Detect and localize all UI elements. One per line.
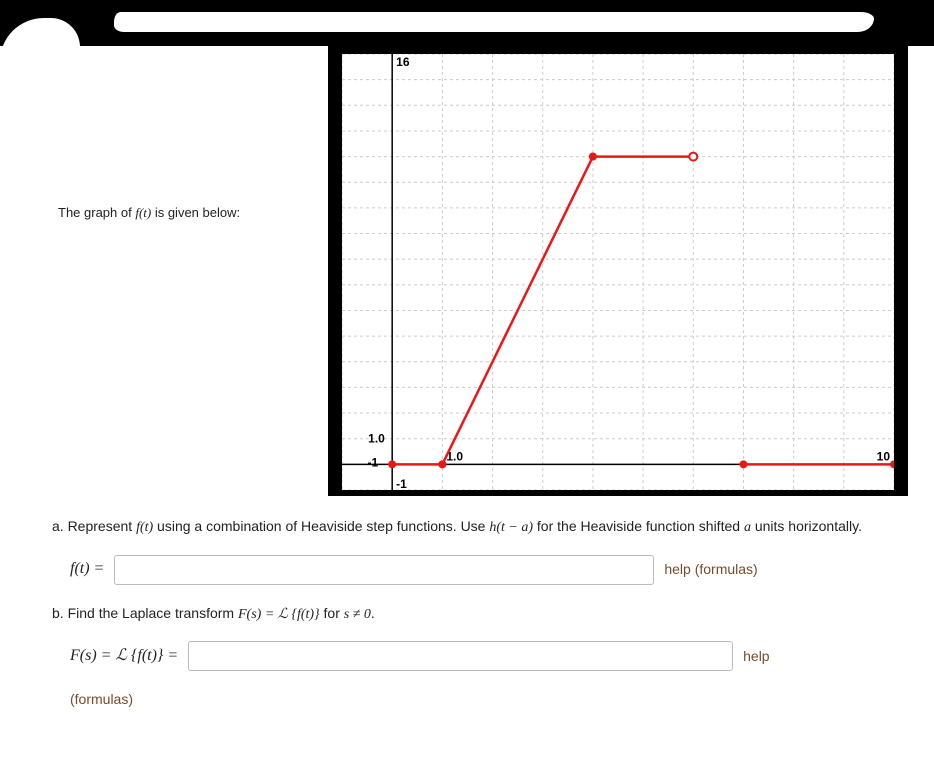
answer-input-a[interactable] <box>114 555 654 585</box>
header-bar <box>0 0 934 46</box>
qa-mid1: using a combination of Heaviside step fu… <box>153 518 489 534</box>
question-b: b. Find the Laplace transform F(s) = ℒ {… <box>52 603 882 626</box>
graph-canvas: 161.0-1-11.010 <box>342 54 894 490</box>
qa-fn1: f(t) <box>136 520 153 535</box>
qa-label: f(t) = <box>70 557 104 582</box>
question-a: a. Represent f(t) using a combination of… <box>52 516 882 539</box>
qa-post: units horizontally. <box>751 518 862 534</box>
qb-mid: for <box>320 605 344 621</box>
qa-pre: a. Represent <box>52 518 136 534</box>
svg-text:10: 10 <box>877 449 891 463</box>
help-link-b[interactable]: help <box>743 646 769 668</box>
svg-text:-1: -1 <box>396 477 407 490</box>
graph-container: 161.0-1-11.010 <box>328 46 908 496</box>
graph-svg: 161.0-1-11.010 <box>342 54 894 490</box>
qb-label: F(s) = ℒ {f(t)} = <box>70 644 178 669</box>
intro-pre: The graph of <box>58 205 135 220</box>
svg-text:16: 16 <box>396 55 410 69</box>
qa-fn2: h(t − a) <box>489 520 533 535</box>
qb-pre: b. Find the Laplace transform <box>52 605 238 621</box>
graph-intro: The graph of f(t) is given below: <box>58 204 328 222</box>
intro-fn: f(t) <box>135 205 151 220</box>
qb-post: . <box>371 605 375 621</box>
qa-mid2: for the Heaviside function shifted <box>533 518 744 534</box>
intro-post: is given below: <box>151 205 240 220</box>
svg-text:-1: -1 <box>368 455 379 469</box>
help-link-a[interactable]: help (formulas) <box>664 559 757 581</box>
qa-var-a: a <box>744 520 751 535</box>
answer-input-b[interactable] <box>188 641 733 671</box>
qb-cond: s ≠ 0 <box>344 607 371 622</box>
qb-fn1: F(s) = ℒ {f(t)} <box>238 607 320 622</box>
formulas-link-b[interactable]: (formulas) <box>70 689 882 711</box>
svg-text:1.0: 1.0 <box>368 432 385 446</box>
